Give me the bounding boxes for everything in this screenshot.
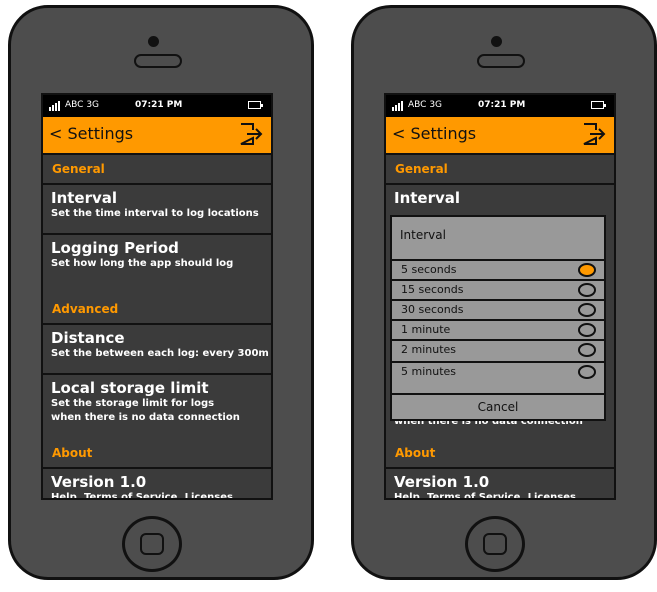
option-2-minutes[interactable]: 2 minutes: [392, 339, 604, 359]
title-bar: < Settings: [43, 117, 271, 155]
speaker-icon: [477, 54, 525, 68]
radio-icon[interactable]: [578, 283, 596, 297]
setting-title: Interval: [51, 189, 118, 207]
back-button[interactable]: < Settings: [392, 124, 476, 143]
status-time: 07:21 PM: [478, 100, 526, 110]
setting-title: Local storage limit: [51, 379, 209, 397]
setting-title: Interval: [394, 189, 461, 207]
option-1-minute[interactable]: 1 minute: [392, 319, 604, 339]
setting-subtitle: Set the between each log: every 300m: [51, 348, 269, 359]
setting-subtitle: Help, Terms of Service, Licenses: [51, 492, 233, 500]
option-label: 5 seconds: [401, 263, 457, 276]
option-label: 30 seconds: [401, 303, 464, 316]
interval-dialog: Interval 5 seconds 15 seconds 30 seconds…: [390, 215, 606, 421]
screen-left: ABC 3G 07:21 PM < Settings General Inter…: [41, 93, 273, 500]
home-icon: [483, 533, 507, 555]
setting-subtitle: Set the storage limit for logs: [51, 398, 215, 409]
status-bar: ABC 3G 07:21 PM: [386, 95, 614, 117]
battery-icon: [248, 101, 263, 109]
setting-logging-period[interactable]: Logging Period Set how long the app shou…: [43, 233, 271, 295]
signal-icon: [49, 101, 61, 111]
radio-selected-icon[interactable]: [578, 263, 596, 277]
option-label: 2 minutes: [401, 343, 457, 356]
setting-title: Distance: [51, 329, 125, 347]
carrier-label: ABC 3G: [408, 100, 443, 110]
status-bar: ABC 3G 07:21 PM: [43, 95, 271, 117]
logout-icon[interactable]: [582, 122, 608, 150]
option-label: 5 minutes: [401, 365, 457, 378]
option-label: 1 minute: [401, 323, 451, 336]
option-15-seconds[interactable]: 15 seconds: [392, 279, 604, 299]
logout-icon[interactable]: [239, 122, 265, 150]
section-advanced: Advanced: [52, 302, 119, 316]
radio-icon[interactable]: [578, 323, 596, 337]
setting-subtitle: when there is no data connection: [51, 412, 240, 423]
setting-subtitle: Set how long the app should log: [51, 258, 234, 269]
section-about: About: [395, 446, 436, 460]
screen-right: ABC 3G 07:21 PM < Settings General Inter…: [384, 93, 616, 500]
setting-subtitle: Set the time interval to log locations: [51, 208, 259, 219]
dialog-title: Interval: [400, 228, 446, 242]
section-general: General: [52, 162, 105, 176]
setting-distance[interactable]: Distance Set the between each log: every…: [43, 323, 271, 373]
radio-icon[interactable]: [578, 303, 596, 317]
option-5-minutes[interactable]: 5 minutes: [392, 361, 604, 381]
setting-interval[interactable]: Interval Set the time interval to log lo…: [43, 183, 271, 233]
title-bar: < Settings: [386, 117, 614, 155]
setting-subtitle: Help, Terms of Service, Licenses: [394, 492, 576, 500]
setting-version[interactable]: Version 1.0 Help, Terms of Service, Lice…: [43, 467, 271, 500]
radio-icon[interactable]: [578, 365, 596, 379]
phone-right: ABC 3G 07:21 PM < Settings General Inter…: [351, 5, 657, 580]
cancel-button[interactable]: Cancel: [392, 393, 604, 419]
camera-icon: [148, 36, 159, 47]
section-about: About: [52, 446, 93, 460]
home-button[interactable]: [465, 516, 525, 572]
camera-icon: [491, 36, 502, 47]
setting-title: Version 1.0: [51, 473, 147, 491]
battery-icon: [591, 101, 606, 109]
phone-left: ABC 3G 07:21 PM < Settings General Inter…: [8, 5, 314, 580]
setting-version[interactable]: Version 1.0 Help, Terms of Service, Lice…: [386, 467, 614, 500]
home-icon: [140, 533, 164, 555]
section-general: General: [395, 162, 448, 176]
setting-storage-limit[interactable]: Local storage limit Set the storage limi…: [43, 373, 271, 441]
setting-title: Version 1.0: [394, 473, 490, 491]
signal-icon: [392, 101, 404, 111]
setting-title: Logging Period: [51, 239, 179, 257]
speaker-icon: [134, 54, 182, 68]
carrier-label: ABC 3G: [65, 100, 100, 110]
back-button[interactable]: < Settings: [49, 124, 133, 143]
option-30-seconds[interactable]: 30 seconds: [392, 299, 604, 319]
option-label: 15 seconds: [401, 283, 464, 296]
option-5-seconds[interactable]: 5 seconds: [392, 259, 604, 279]
status-time: 07:21 PM: [135, 100, 183, 110]
home-button[interactable]: [122, 516, 182, 572]
radio-icon[interactable]: [578, 343, 596, 357]
